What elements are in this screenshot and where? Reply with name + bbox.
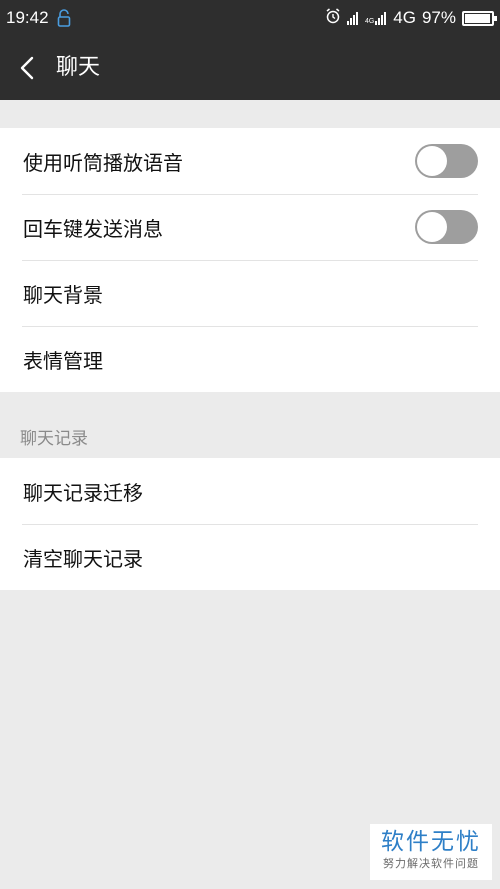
setting-label: 聊天记录迁移 xyxy=(23,480,143,505)
setting-row-earpiece[interactable]: 使用听筒播放语音 xyxy=(0,128,500,194)
nav-bar: 聊天 xyxy=(0,36,500,100)
earpiece-toggle[interactable] xyxy=(415,144,478,178)
lock-icon xyxy=(57,9,71,27)
setting-label: 表情管理 xyxy=(23,348,103,373)
setting-row-migrate-history[interactable]: 聊天记录迁移 xyxy=(0,458,500,524)
chat-history-section: 聊天记录迁移 清空聊天记录 xyxy=(0,458,500,590)
setting-label: 回车键发送消息 xyxy=(23,216,163,241)
setting-label: 聊天背景 xyxy=(23,282,103,307)
status-right: 4G 4G 97% xyxy=(319,7,497,29)
status-bar: 19:42 4G 4G 97% xyxy=(0,0,500,36)
page-title: 聊天 xyxy=(56,55,101,80)
signal-4g-icon: 4G xyxy=(365,11,387,25)
section-header-chat-history: 聊天记录 xyxy=(20,429,88,449)
setting-row-enter-send[interactable]: 回车键发送消息 xyxy=(0,194,500,260)
alarm-icon xyxy=(325,7,341,29)
toggle-knob xyxy=(417,146,447,176)
watermark-title: 软件无忧 xyxy=(381,829,481,855)
setting-row-clear-history[interactable]: 清空聊天记录 xyxy=(0,524,500,590)
battery-icon xyxy=(462,10,497,26)
status-left: 19:42 xyxy=(6,8,71,28)
status-time: 19:42 xyxy=(6,8,49,27)
battery-percent: 97% xyxy=(421,8,456,27)
watermark-logo: 软件无忧 努力解决软件问题 xyxy=(370,824,492,880)
setting-row-sticker-management[interactable]: 表情管理 xyxy=(0,326,500,392)
setting-row-chat-background[interactable]: 聊天背景 xyxy=(0,260,500,326)
network-type: 4G xyxy=(393,8,416,27)
setting-label: 使用听筒播放语音 xyxy=(23,150,183,175)
chat-settings-section: 使用听筒播放语音 回车键发送消息 聊天背景 表情管理 xyxy=(0,128,500,392)
setting-label: 清空聊天记录 xyxy=(23,546,143,571)
tiny-network-label: 4G xyxy=(364,18,375,25)
signal-icon xyxy=(346,11,359,25)
chevron-left-icon[interactable] xyxy=(14,53,42,83)
toggle-knob xyxy=(417,212,447,242)
enter-send-toggle[interactable] xyxy=(415,210,478,244)
watermark-subtitle: 努力解决软件问题 xyxy=(383,857,479,870)
